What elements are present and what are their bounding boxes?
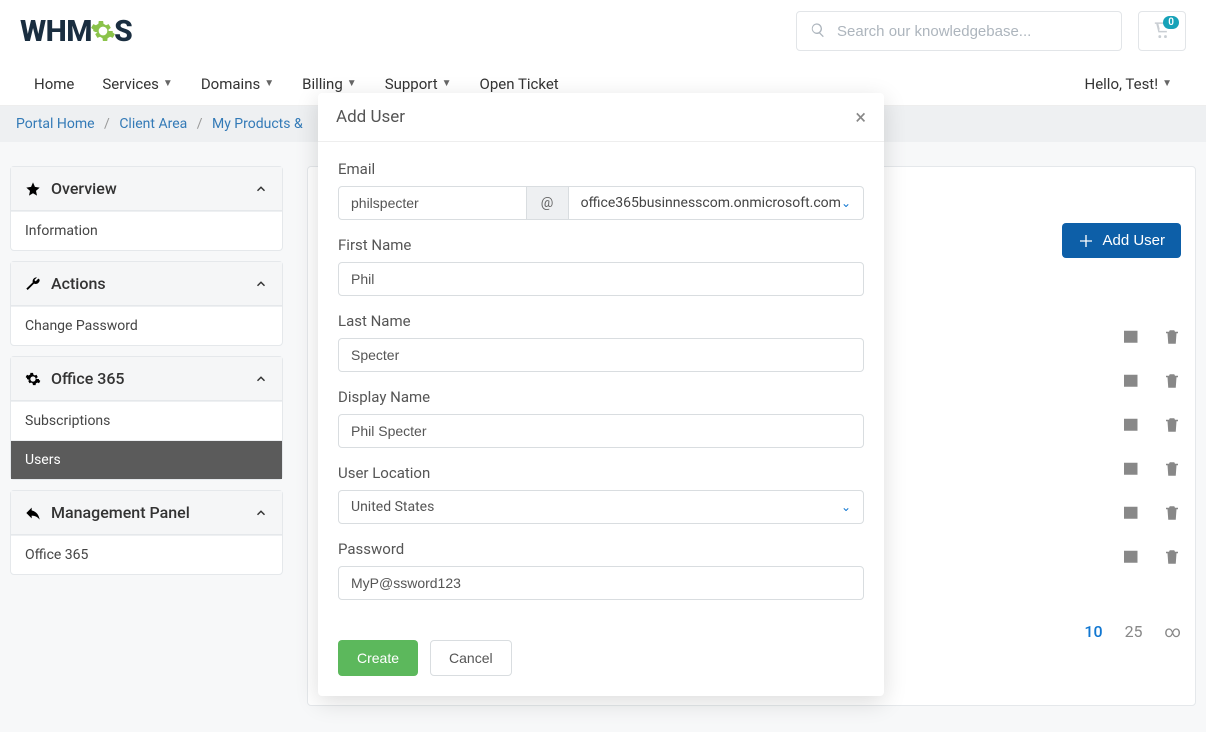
- display-name-input[interactable]: [338, 414, 864, 448]
- cancel-button[interactable]: Cancel: [430, 640, 512, 676]
- location-label: User Location: [338, 464, 864, 482]
- sidebar-item-subscriptions[interactable]: Subscriptions: [11, 401, 282, 440]
- sidebar-item-change-password[interactable]: Change Password: [11, 306, 282, 345]
- nav-domains[interactable]: Domains▼: [187, 65, 288, 103]
- panel-header-management[interactable]: Management Panel: [11, 491, 282, 535]
- gear-icon: [25, 371, 41, 387]
- email-label: Email: [338, 160, 864, 178]
- trash-icon[interactable]: [1163, 415, 1181, 435]
- pager: 10 25 ∞: [1084, 622, 1181, 641]
- chevron-up-icon: [254, 182, 268, 196]
- last-name-label: Last Name: [338, 312, 864, 330]
- nav-services[interactable]: Services▼: [88, 65, 186, 103]
- breadcrumb-client-area[interactable]: Client Area: [119, 116, 187, 132]
- modal-body: Email @ office365businnesscom.onmicrosof…: [318, 142, 884, 624]
- sidebar-item-information[interactable]: Information: [11, 211, 282, 250]
- modal-header: Add User ×: [318, 93, 884, 142]
- email-local-input[interactable]: [338, 186, 527, 220]
- trash-icon[interactable]: [1163, 327, 1181, 347]
- table-row: [1121, 547, 1181, 567]
- pager-infinity[interactable]: ∞: [1165, 622, 1181, 641]
- reply-icon: [25, 505, 41, 521]
- sidebar-item-mgmt-office365[interactable]: Office 365: [11, 535, 282, 574]
- breadcrumb-products[interactable]: My Products &: [212, 116, 303, 132]
- last-name-input[interactable]: [338, 338, 864, 372]
- user-card-icon[interactable]: [1121, 371, 1141, 391]
- panel-overview: Overview Information: [10, 166, 283, 251]
- add-user-button[interactable]: Add User: [1062, 223, 1181, 258]
- user-card-icon[interactable]: [1121, 459, 1141, 479]
- chevron-down-icon: ▼: [1162, 78, 1172, 89]
- user-card-icon[interactable]: [1121, 415, 1141, 435]
- search-input[interactable]: [796, 11, 1122, 51]
- nav-home[interactable]: Home: [20, 65, 88, 103]
- panel-header-overview[interactable]: Overview: [11, 167, 282, 211]
- panel-header-actions[interactable]: Actions: [11, 262, 282, 306]
- logo-text-post: S: [114, 14, 132, 49]
- chevron-down-icon: ▼: [442, 78, 452, 89]
- first-name-label: First Name: [338, 236, 864, 254]
- topbar: WHM S 0: [0, 0, 1206, 62]
- panel-management: Management Panel Office 365: [10, 490, 283, 575]
- user-card-icon[interactable]: [1121, 547, 1141, 567]
- modal-footer: Create Cancel: [318, 624, 884, 696]
- breadcrumb-portal-home[interactable]: Portal Home: [16, 116, 95, 132]
- chevron-down-icon: ▼: [163, 78, 173, 89]
- panel-header-office365[interactable]: Office 365: [11, 357, 282, 401]
- table-row: [1121, 371, 1181, 391]
- chevron-up-icon: [254, 506, 268, 520]
- panel-actions: Actions Change Password: [10, 261, 283, 346]
- search-wrap: [796, 11, 1122, 51]
- gear-icon: [90, 18, 116, 44]
- display-name-label: Display Name: [338, 388, 864, 406]
- chevron-up-icon: [254, 277, 268, 291]
- plus-icon: [1078, 233, 1094, 249]
- chevron-down-icon: ⌄: [841, 196, 851, 210]
- logo[interactable]: WHM S: [20, 14, 132, 49]
- user-rows: [1121, 327, 1181, 567]
- user-card-icon[interactable]: [1121, 327, 1141, 347]
- table-row: [1121, 327, 1181, 347]
- first-name-input[interactable]: [338, 262, 864, 296]
- password-input[interactable]: [338, 566, 864, 600]
- trash-icon[interactable]: [1163, 503, 1181, 523]
- password-label: Password: [338, 540, 864, 558]
- search-icon: [810, 22, 826, 38]
- star-icon: [25, 181, 41, 197]
- modal-title: Add User: [336, 107, 405, 127]
- location-select[interactable]: United States ⌄: [338, 490, 864, 524]
- pager-25[interactable]: 25: [1125, 622, 1143, 641]
- table-row: [1121, 459, 1181, 479]
- pager-10[interactable]: 10: [1084, 622, 1102, 641]
- chevron-down-icon: ⌄: [841, 500, 851, 514]
- chevron-up-icon: [254, 372, 268, 386]
- add-user-modal: Add User × Email @ office365businnesscom…: [318, 93, 884, 696]
- email-domain-select[interactable]: office365businnesscom.onmicrosoft.com ⌄: [569, 186, 864, 220]
- wrench-icon: [25, 276, 41, 292]
- chevron-down-icon: ▼: [347, 78, 357, 89]
- table-row: [1121, 415, 1181, 435]
- chevron-down-icon: ▼: [264, 78, 274, 89]
- close-icon[interactable]: ×: [855, 107, 866, 127]
- nav-greeting[interactable]: Hello, Test!▼: [1071, 65, 1187, 103]
- cart-button[interactable]: 0: [1138, 11, 1186, 51]
- cart-badge: 0: [1163, 16, 1179, 29]
- sidebar-item-users[interactable]: Users: [11, 440, 282, 479]
- panel-office365: Office 365 Subscriptions Users: [10, 356, 283, 480]
- trash-icon[interactable]: [1163, 371, 1181, 391]
- create-button[interactable]: Create: [338, 640, 418, 676]
- trash-icon[interactable]: [1163, 547, 1181, 567]
- trash-icon[interactable]: [1163, 459, 1181, 479]
- user-card-icon[interactable]: [1121, 503, 1141, 523]
- table-row: [1121, 503, 1181, 523]
- sidebar: Overview Information Actions Change Pass…: [10, 166, 283, 732]
- logo-text-pre: WHM: [20, 14, 92, 49]
- email-at: @: [527, 186, 569, 220]
